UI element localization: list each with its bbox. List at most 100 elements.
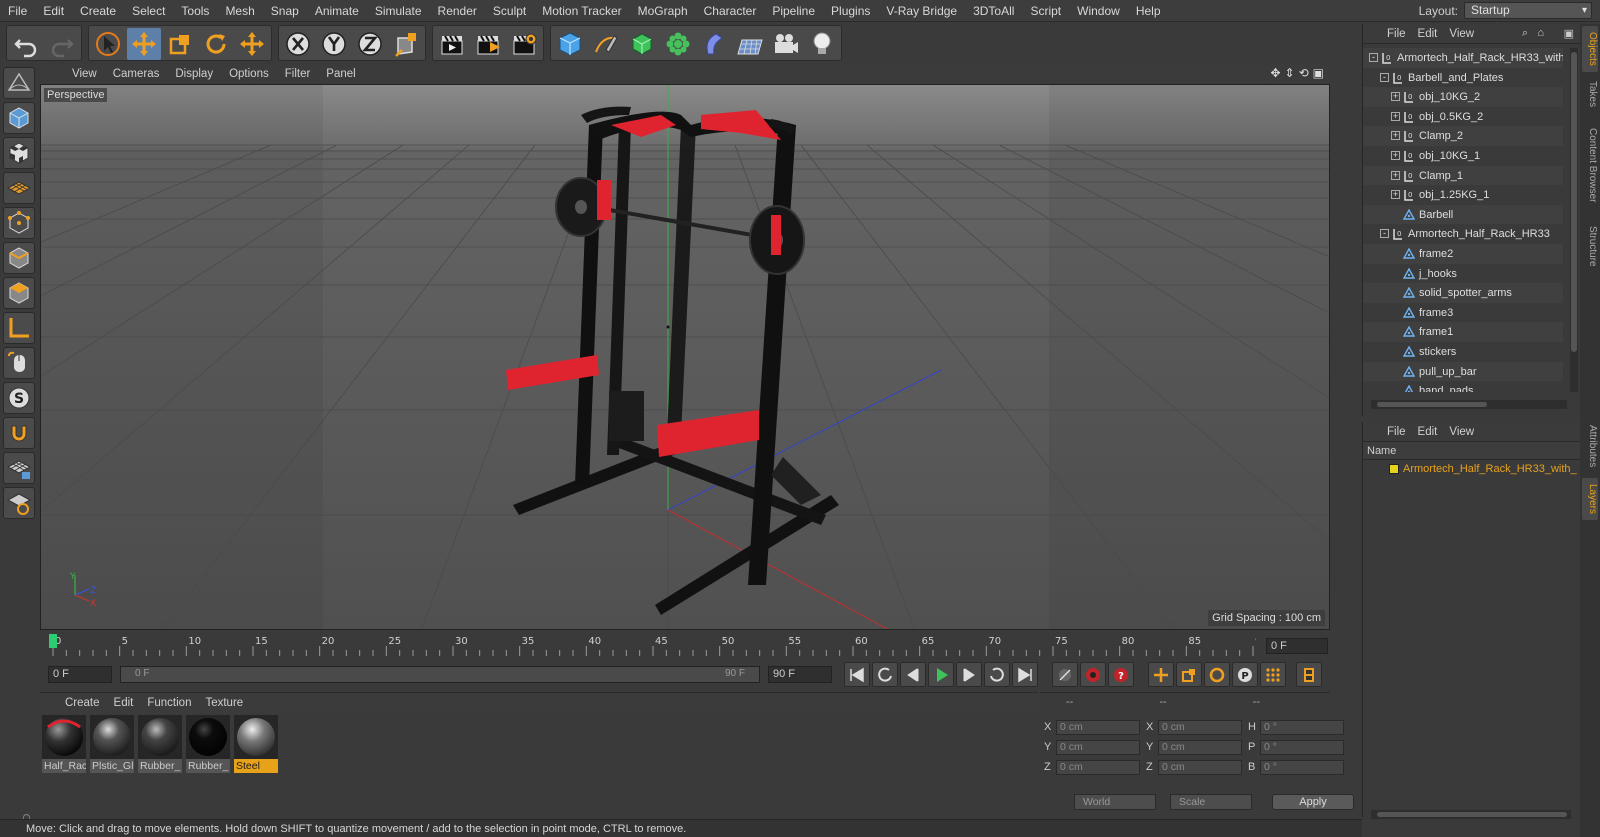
auto-keying-button[interactable]: ? — [1108, 662, 1134, 687]
recent-tool-button[interactable] — [235, 28, 269, 60]
timeline-ruler[interactable]: 051015202530354045505560657075808590 — [46, 632, 1256, 658]
scrollbar-thumb[interactable] — [1571, 52, 1577, 352]
dolly-view-icon[interactable]: ⇕ — [1285, 66, 1295, 80]
key-position-button[interactable] — [1148, 662, 1174, 687]
next-frame-button[interactable] — [956, 662, 982, 687]
menu-vray-bridge[interactable]: V-Ray Bridge — [878, 0, 965, 22]
material-swatch[interactable]: Plstic_Gl — [90, 715, 134, 773]
tab-layers[interactable]: Layers — [1582, 478, 1598, 520]
object-tree-hscrollbar[interactable] — [1371, 400, 1567, 409]
light-object-button[interactable] — [805, 28, 839, 60]
viewport-menu-view[interactable]: View — [64, 68, 105, 80]
material-swatch[interactable]: Rubber_ — [138, 715, 182, 773]
menu-help[interactable]: Help — [1128, 0, 1169, 22]
menu-select[interactable]: Select — [124, 0, 173, 22]
menu-motion-tracker[interactable]: Motion Tracker — [534, 0, 629, 22]
menu-window[interactable]: Window — [1069, 0, 1128, 22]
expand-icon[interactable]: + — [1391, 170, 1400, 180]
tab-structure[interactable]: Structure — [1582, 218, 1598, 274]
key-rotation-button[interactable] — [1204, 662, 1230, 687]
key-pla-button[interactable] — [1260, 662, 1286, 687]
object-tree-row[interactable]: +0 obj_10KG_1 — [1363, 146, 1563, 166]
object-tree-row[interactable]: frame3 — [1363, 302, 1563, 323]
cube-object-button[interactable] — [553, 28, 587, 60]
rotation-h-field[interactable]: 0 ° — [1260, 719, 1344, 735]
scale-tool-button[interactable] — [163, 28, 197, 60]
playhead[interactable] — [49, 634, 57, 648]
redo-button[interactable] — [45, 28, 79, 60]
menu-edit[interactable]: Edit — [35, 0, 72, 22]
collapse-icon[interactable]: - — [1380, 72, 1389, 82]
menu-3dtoall[interactable]: 3DToAll — [965, 0, 1022, 22]
previous-frame-button[interactable] — [900, 662, 926, 687]
x-axis-button[interactable] — [281, 28, 315, 60]
position-z-field[interactable]: 0 cm — [1056, 759, 1140, 775]
rotate-tool-button[interactable] — [199, 28, 233, 60]
deformer-button[interactable] — [697, 28, 731, 60]
object-tree-row[interactable]: +0 obj_1.25KG_1 — [1363, 185, 1563, 206]
menu-plugins[interactable]: Plugins — [823, 0, 878, 22]
objects-menu-edit[interactable]: Edit — [1412, 28, 1444, 40]
object-tree-row[interactable]: j_hooks — [1363, 263, 1563, 284]
material-swatch[interactable]: Rubber_ — [186, 715, 230, 773]
object-tree-row[interactable]: +0 obj_10KG_2 — [1363, 87, 1563, 108]
menu-animate[interactable]: Animate — [307, 0, 367, 22]
go-to-end-button[interactable] — [1012, 662, 1038, 687]
key-parameter-button[interactable]: P — [1232, 662, 1258, 687]
material-menu-texture[interactable]: Texture — [198, 697, 250, 709]
material-menu-create[interactable]: Create — [58, 697, 107, 709]
layer-color-swatch[interactable] — [1389, 464, 1399, 474]
material-swatch[interactable]: Half_Rac — [42, 715, 86, 773]
size-z-field[interactable]: 0 cm — [1158, 759, 1242, 775]
go-to-start-button[interactable] — [844, 662, 870, 687]
live-selection-button[interactable] — [91, 28, 125, 60]
z-axis-button[interactable] — [353, 28, 387, 60]
layers-menu-file[interactable]: File — [1381, 426, 1412, 438]
expand-icon[interactable]: + — [1391, 190, 1400, 200]
layout-dropdown[interactable]: Startup — [1464, 2, 1592, 19]
viewport-menu-filter[interactable]: Filter — [277, 68, 319, 80]
object-tree-row[interactable]: -0 Barbell_and_Plates — [1363, 67, 1563, 88]
object-tree-row[interactable]: stickers — [1363, 342, 1563, 362]
timeline-window-button[interactable] — [1296, 662, 1322, 687]
menu-render[interactable]: Render — [430, 0, 485, 22]
menu-script[interactable]: Script — [1022, 0, 1069, 22]
workplane-button[interactable] — [3, 172, 35, 204]
objects-menu-view[interactable]: View — [1443, 28, 1480, 40]
layers-menu-edit[interactable]: Edit — [1412, 426, 1444, 438]
tab-attributes[interactable]: Attributes — [1582, 418, 1598, 474]
point-mode-button[interactable] — [3, 207, 35, 239]
axis-mode-button[interactable] — [3, 312, 35, 344]
viewport-menu-display[interactable]: Display — [167, 68, 221, 80]
edge-mode-button[interactable] — [3, 242, 35, 274]
expand-icon[interactable]: + — [1391, 92, 1400, 102]
camera-object-button[interactable] — [769, 28, 803, 60]
expand-icon[interactable]: + — [1391, 151, 1400, 160]
position-y-field[interactable]: 0 cm — [1056, 739, 1140, 755]
collapse-icon[interactable]: - — [1369, 53, 1378, 62]
tab-takes[interactable]: Takes — [1582, 76, 1598, 112]
layer-hscrollbar[interactable] — [1371, 810, 1571, 819]
tab-objects[interactable]: Objects — [1582, 26, 1598, 72]
menu-simulate[interactable]: Simulate — [367, 0, 430, 22]
layer-hscrollbar-thumb[interactable] — [1377, 812, 1567, 817]
size-x-field[interactable]: 0 cm — [1158, 719, 1242, 735]
size-y-field[interactable]: 0 cm — [1158, 739, 1242, 755]
coordinate-system-button[interactable] — [389, 28, 423, 60]
viewport-menu-panel[interactable]: Panel — [318, 68, 363, 80]
render-view-button[interactable] — [435, 28, 469, 60]
record-active-button[interactable] — [1080, 662, 1106, 687]
time-range-slider[interactable]: 0 F 90 F — [120, 666, 760, 683]
cloner-button[interactable] — [661, 28, 695, 60]
layer-row[interactable]: Armortech_Half_Rack_HR33_with_ — [1363, 460, 1580, 478]
apply-button[interactable]: Apply — [1272, 794, 1354, 810]
position-x-field[interactable]: 0 cm — [1056, 719, 1140, 735]
snapping-button[interactable]: S — [3, 382, 35, 414]
pan-view-icon[interactable]: ✥ — [1270, 66, 1280, 80]
object-tree-row[interactable]: -0 Armortech_Half_Rack_HR33_with — [1363, 48, 1563, 68]
y-axis-button[interactable] — [317, 28, 351, 60]
play-forward-button[interactable] — [928, 662, 954, 687]
material-menu-function[interactable]: Function — [140, 697, 198, 709]
render-picture-viewer-button[interactable] — [471, 28, 505, 60]
expand-icon[interactable]: + — [1391, 131, 1400, 141]
